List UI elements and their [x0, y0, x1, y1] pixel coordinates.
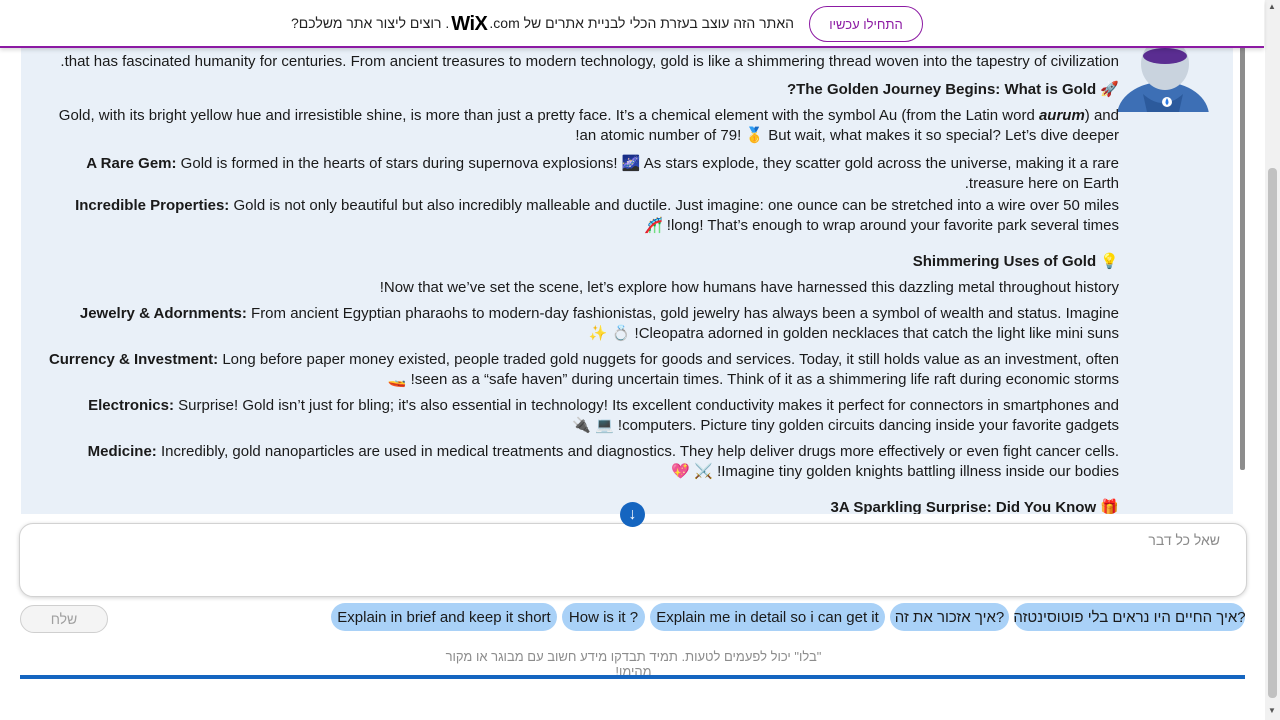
- properties-text: Gold is not only beautiful but also incr…: [229, 197, 1119, 234]
- page-scrollbar-thumb[interactable]: [1268, 168, 1277, 698]
- medicine-label: Medicine:: [87, 443, 157, 460]
- arrow-down-icon: ↓: [628, 505, 637, 523]
- list-item-currency: Currency & Investment: Long before paper…: [39, 350, 1119, 390]
- send-button[interactable]: שלח: [20, 605, 108, 633]
- wix-logo-suffix: .com: [489, 15, 520, 31]
- paragraph-gold-intro: Gold, with its bright yellow hue and irr…: [39, 106, 1119, 146]
- medicine-text: Incredibly, gold nanoparticles are used …: [156, 443, 1119, 480]
- properties-label: Incredible Properties:: [75, 197, 230, 214]
- list-item-medicine: Medicine: Incredibly, gold nanoparticles…: [39, 442, 1119, 482]
- wix-promo-banner: האתר הזה עוצב בעזרת הכלי לבניית אתרים של…: [0, 0, 1264, 48]
- banner-text: האתר הזה עוצב בעזרת הכלי לבניית אתרים של…: [291, 13, 794, 36]
- banner-text-after: . רוצים ליצור אתר משלכם?: [291, 15, 450, 31]
- suggestion-chip-explain-detail[interactable]: Explain me in detail so i can get it: [650, 603, 885, 631]
- paragraph-gold-intro-a: Gold, with its bright yellow hue and irr…: [58, 107, 1039, 124]
- bottom-accent-bar: [20, 675, 1245, 679]
- wix-logo: WiX: [451, 13, 488, 35]
- lightbulb-icon: 💡: [1100, 253, 1119, 270]
- scroll-down-button[interactable]: ↓: [620, 502, 645, 527]
- chat-messages-panel[interactable]: that has fascinated humanity for centuri…: [21, 46, 1233, 514]
- heading-did-you-know-text: 3A Sparkling Surprise: Did You Know: [830, 499, 1097, 514]
- suggestion-chip-photosynthesis[interactable]: איך החיים היו נראים בלי פוטוסינטזה?: [1013, 603, 1246, 631]
- paragraph-uses-intro: Now that we’ve set the scene, let’s expl…: [379, 279, 1119, 296]
- assistant-message: that has fascinated humanity for centuri…: [39, 46, 1119, 514]
- bot-avatar: [1113, 46, 1213, 150]
- currency-text: Long before paper money existed, people …: [218, 351, 1119, 388]
- heading-shimmering-uses: 💡 Shimmering Uses of Gold: [39, 252, 1119, 272]
- currency-label: Currency & Investment:: [48, 351, 219, 368]
- heading-golden-journey-text: The Golden Journey Begins: What is Gold?: [786, 81, 1097, 98]
- page-scrollbar[interactable]: ▲ ▼: [1265, 0, 1280, 720]
- heading-golden-journey: 🚀 The Golden Journey Begins: What is Gol…: [39, 80, 1119, 100]
- list-item-rare-gem: A Rare Gem: Gold is formed in the hearts…: [39, 154, 1119, 194]
- heading-did-you-know: 🎁 3A Sparkling Surprise: Did You Know: [39, 498, 1119, 514]
- rare-gem-label: A Rare Gem:: [86, 155, 177, 172]
- rocket-icon: 🚀: [1100, 81, 1119, 98]
- start-now-button[interactable]: התחילו עכשיו: [809, 6, 923, 42]
- jewelry-label: Jewelry & Adornments:: [79, 305, 247, 322]
- banner-text-before: האתר הזה עוצב בעזרת הכלי לבניית אתרים של: [523, 15, 794, 31]
- scroll-up-arrow-icon[interactable]: ▲: [1268, 2, 1276, 11]
- suggestion-chip-explain-brief[interactable]: Explain in brief and keep it short: [331, 603, 557, 631]
- rare-gem-text: Gold is formed in the hearts of stars du…: [176, 155, 1119, 192]
- list-item-jewelry: Jewelry & Adornments: From ancient Egypt…: [39, 304, 1119, 344]
- heading-shimmering-uses-text: Shimmering Uses of Gold: [912, 253, 1097, 270]
- chat-input-placeholder: שאל כל דבר: [1148, 532, 1220, 548]
- list-item-properties: Incredible Properties: Gold is not only …: [39, 196, 1119, 236]
- jewelry-text: From ancient Egyptian pharaohs to modern…: [246, 305, 1119, 342]
- message-intro: that has fascinated humanity for centuri…: [60, 53, 1119, 70]
- chat-scrollbar-thumb[interactable]: [1240, 46, 1245, 470]
- suggestion-chip-remember[interactable]: איך אזכור את זה?: [890, 603, 1009, 631]
- suggestion-chip-how-is-it[interactable]: How is it ?: [562, 603, 645, 631]
- list-item-electronics: Electronics: Surprise! Gold isn’t just f…: [39, 396, 1119, 436]
- gift-icon: 🎁: [1100, 499, 1119, 514]
- aurum-word: aurum: [1038, 107, 1085, 124]
- electronics-label: Electronics:: [88, 397, 174, 414]
- scroll-down-arrow-icon[interactable]: ▼: [1268, 706, 1276, 715]
- chat-input[interactable]: שאל כל דבר: [19, 523, 1247, 597]
- electronics-text: Surprise! Gold isn’t just for bling; it'…: [174, 397, 1119, 434]
